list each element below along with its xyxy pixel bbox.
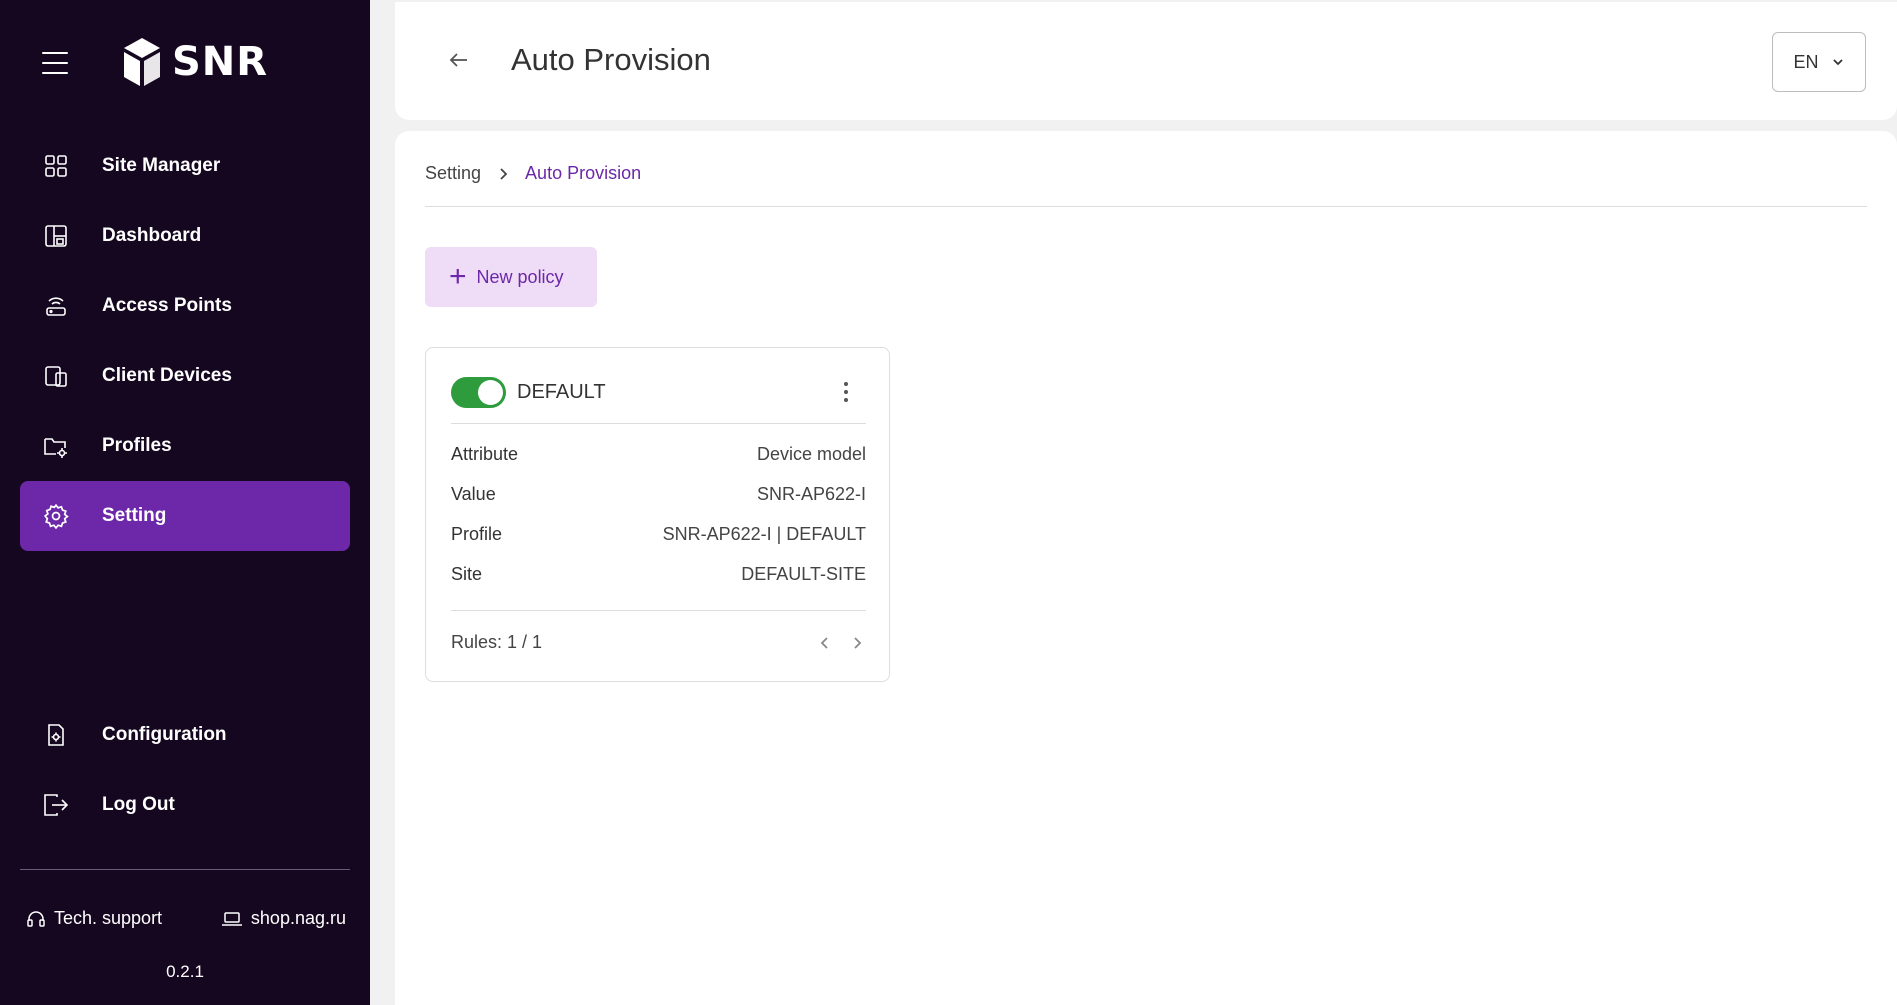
router-icon	[42, 292, 70, 320]
nav-label: Profiles	[102, 435, 172, 456]
policy-card-divider	[451, 610, 866, 611]
nav-dashboard[interactable]: Dashboard	[20, 201, 350, 271]
plus-icon: +	[449, 260, 467, 293]
logo-text: SNR	[172, 39, 269, 85]
language-select[interactable]: EN	[1772, 32, 1866, 92]
version-label: 0.2.1	[166, 962, 204, 981]
chevron-right-icon[interactable]	[848, 634, 866, 652]
nav-label: Access Points	[102, 295, 232, 316]
nav-label: Configuration	[102, 724, 227, 745]
grid-icon	[42, 152, 70, 180]
gear-icon	[42, 502, 70, 530]
policy-card-divider	[451, 423, 866, 424]
policy-enabled-toggle[interactable]	[451, 376, 506, 408]
devices-icon	[42, 362, 70, 390]
nav-label: Site Manager	[102, 155, 221, 176]
nav-client-devices[interactable]: Client Devices	[20, 341, 350, 411]
snr-logo-icon	[124, 38, 160, 86]
policy-row-value: SNR-AP622-I	[756, 484, 866, 504]
policy-row-key: Profile	[451, 524, 503, 544]
policy-row-value: SNR-AP622-I | DEFAULT	[662, 524, 866, 544]
logo: SNR	[120, 36, 268, 88]
sidebar-header: SNR	[0, 0, 370, 130]
tech-support-label: Tech. support	[54, 908, 163, 928]
policy-card: DEFAULT Attribute Device model Value SNR…	[425, 347, 890, 682]
nav-label: Setting	[102, 505, 167, 526]
breadcrumb-divider	[425, 206, 1867, 207]
chevron-left-icon[interactable]	[816, 634, 834, 652]
page-title: Auto Provision	[511, 42, 711, 77]
config-file-icon	[42, 721, 70, 749]
policy-name: DEFAULT	[517, 380, 606, 403]
policy-row: Value SNR-AP622-I	[451, 484, 866, 505]
nav-label: Dashboard	[102, 225, 202, 246]
sidebar-footer-links: Tech. support shop.nag.ru	[26, 908, 346, 929]
new-policy-button[interactable]: + New policy	[425, 247, 597, 307]
breadcrumb-current: Auto Provision	[525, 163, 642, 183]
nav-label: Log Out	[102, 794, 175, 815]
nav-setting[interactable]: Setting	[20, 481, 350, 551]
policy-row-key: Site	[451, 564, 483, 584]
header: Auto Provision EN	[395, 2, 1897, 120]
policy-row-key: Value	[451, 484, 496, 504]
menu-icon[interactable]	[42, 52, 68, 74]
nav-site-manager[interactable]: Site Manager	[20, 131, 350, 201]
folder-settings-icon	[42, 432, 70, 460]
tech-support-link[interactable]: Tech. support	[26, 908, 162, 929]
headset-icon	[27, 910, 45, 927]
policy-row-value: Device model	[756, 444, 866, 464]
rules-count: Rules: 1 / 1	[451, 632, 543, 652]
nav-access-points[interactable]: Access Points	[20, 271, 350, 341]
policy-card-footer: Rules: 1 / 1	[451, 632, 866, 653]
laptop-icon	[221, 911, 242, 926]
rules-pager	[816, 634, 866, 652]
chevron-down-icon	[1832, 59, 1843, 66]
policy-card-header: DEFAULT	[451, 373, 866, 411]
nav-log-out[interactable]: Log Out	[20, 770, 350, 840]
arrow-left-icon	[449, 53, 467, 67]
shop-link[interactable]: shop.nag.ru	[221, 908, 346, 929]
dashboard-icon	[42, 222, 70, 250]
policy-row-value: DEFAULT-SITE	[741, 564, 866, 584]
policy-row: Profile SNR-AP622-I | DEFAULT	[451, 524, 866, 545]
nav-profiles[interactable]: Profiles	[20, 411, 350, 481]
nav-label: Client Devices	[102, 365, 232, 386]
policy-row: Site DEFAULT-SITE	[451, 564, 866, 585]
language-value: EN	[1793, 51, 1819, 72]
new-policy-label: New policy	[476, 266, 564, 287]
policy-row-key: Attribute	[451, 444, 519, 464]
nav-configuration[interactable]: Configuration	[20, 700, 350, 770]
chevron-right-icon	[497, 167, 509, 181]
policy-row: Attribute Device model	[451, 444, 866, 465]
logout-icon	[42, 791, 70, 819]
main-content: Setting Auto Provision + New policy DEFA…	[395, 131, 1897, 1005]
more-vertical-icon[interactable]	[836, 377, 856, 407]
shop-label: shop.nag.ru	[250, 908, 346, 928]
back-button[interactable]	[443, 44, 475, 76]
sidebar-divider	[20, 869, 350, 870]
sidebar: SNR Site Manager Dashboard Access Points…	[0, 0, 370, 1005]
breadcrumb: Setting Auto Provision	[425, 163, 641, 184]
breadcrumb-parent[interactable]: Setting	[425, 163, 481, 184]
